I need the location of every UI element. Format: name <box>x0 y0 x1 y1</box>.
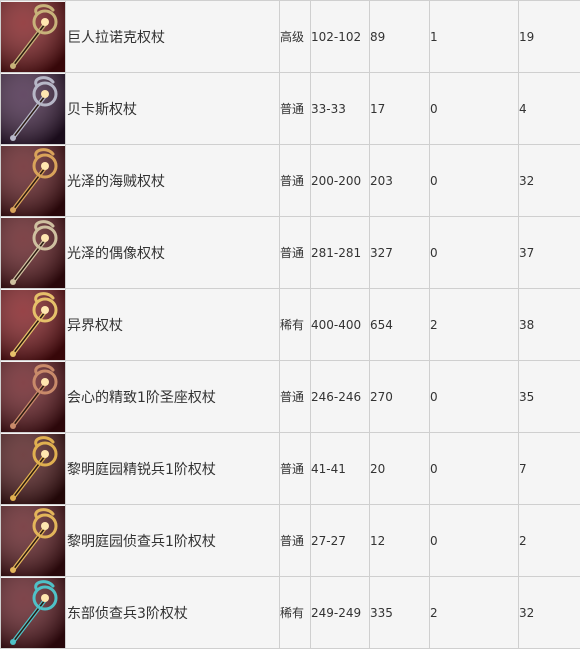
item-name[interactable]: 黎明庭园侦查兵1阶权杖 <box>65 504 280 577</box>
item-icon-cell <box>0 144 66 217</box>
item-quality: 普通 <box>279 504 311 577</box>
item-icon-cell <box>0 0 66 73</box>
item-stat-c: 38 <box>518 288 580 361</box>
staff-icon <box>1 361 65 432</box>
table-row: 黎明庭园侦查兵1阶权杖 普通 27-27 12 0 2 <box>0 504 580 577</box>
table-row: 异界权杖 稀有 400-400 654 2 38 <box>0 288 580 361</box>
item-icon-cell <box>0 504 66 577</box>
staff-icon <box>1 577 65 648</box>
item-icon-cell <box>0 288 66 361</box>
item-stat-a: 654 <box>369 288 430 361</box>
item-quality: 稀有 <box>279 288 311 361</box>
item-damage: 33-33 <box>310 72 370 145</box>
staff-icon <box>1 145 65 216</box>
table-row: 光泽的偶像权杖 普通 281-281 327 0 37 <box>0 216 580 289</box>
item-stat-a: 20 <box>369 432 430 505</box>
item-stat-c: 4 <box>518 72 580 145</box>
item-stat-b: 0 <box>429 144 519 217</box>
item-quality: 高级 <box>279 0 311 73</box>
item-stat-b: 2 <box>429 288 519 361</box>
table-row: 东部侦查兵3阶权杖 稀有 249-249 335 2 32 <box>0 576 580 649</box>
item-stat-a: 89 <box>369 0 430 73</box>
item-stat-c: 35 <box>518 360 580 433</box>
table-row: 会心的精致1阶圣座权杖 普通 246-246 270 0 35 <box>0 360 580 433</box>
item-stat-b: 2 <box>429 576 519 649</box>
staff-icon <box>1 217 65 288</box>
item-damage: 400-400 <box>310 288 370 361</box>
item-damage: 41-41 <box>310 432 370 505</box>
item-quality: 普通 <box>279 360 311 433</box>
item-stat-c: 19 <box>518 0 580 73</box>
item-icon-cell <box>0 360 66 433</box>
item-stat-a: 12 <box>369 504 430 577</box>
item-stat-b: 0 <box>429 360 519 433</box>
staff-icon <box>1 505 65 576</box>
table-row: 光泽的海贼权杖 普通 200-200 203 0 32 <box>0 144 580 217</box>
item-stat-c: 2 <box>518 504 580 577</box>
staff-icon <box>1 433 65 504</box>
item-stat-b: 0 <box>429 216 519 289</box>
item-icon-cell <box>0 576 66 649</box>
staff-icon <box>1 289 65 360</box>
item-damage: 281-281 <box>310 216 370 289</box>
item-stat-b: 0 <box>429 432 519 505</box>
item-name[interactable]: 会心的精致1阶圣座权杖 <box>65 360 280 433</box>
item-damage: 102-102 <box>310 0 370 73</box>
item-stat-a: 17 <box>369 72 430 145</box>
item-damage: 249-249 <box>310 576 370 649</box>
item-table: 巨人拉诺克权杖 高级 102-102 89 1 19 贝卡斯权杖 普通 33-3… <box>0 0 580 649</box>
table-row: 黎明庭园精锐兵1阶权杖 普通 41-41 20 0 7 <box>0 432 580 505</box>
item-stat-c: 7 <box>518 432 580 505</box>
item-damage: 200-200 <box>310 144 370 217</box>
item-stat-a: 335 <box>369 576 430 649</box>
item-icon-cell <box>0 432 66 505</box>
item-quality: 普通 <box>279 216 311 289</box>
item-stat-b: 0 <box>429 72 519 145</box>
item-icon-cell <box>0 216 66 289</box>
item-name[interactable]: 贝卡斯权杖 <box>65 72 280 145</box>
item-name[interactable]: 光泽的海贼权杖 <box>65 144 280 217</box>
item-name[interactable]: 黎明庭园精锐兵1阶权杖 <box>65 432 280 505</box>
item-damage: 27-27 <box>310 504 370 577</box>
item-stat-c: 37 <box>518 216 580 289</box>
item-quality: 稀有 <box>279 576 311 649</box>
item-damage: 246-246 <box>310 360 370 433</box>
item-quality: 普通 <box>279 72 311 145</box>
item-icon-cell <box>0 72 66 145</box>
item-quality: 普通 <box>279 432 311 505</box>
table-row: 巨人拉诺克权杖 高级 102-102 89 1 19 <box>0 0 580 73</box>
item-quality: 普通 <box>279 144 311 217</box>
staff-icon <box>1 73 65 144</box>
item-name[interactable]: 异界权杖 <box>65 288 280 361</box>
item-name[interactable]: 光泽的偶像权杖 <box>65 216 280 289</box>
item-name[interactable]: 巨人拉诺克权杖 <box>65 0 280 73</box>
item-stat-b: 1 <box>429 0 519 73</box>
item-stat-c: 32 <box>518 144 580 217</box>
item-stat-a: 203 <box>369 144 430 217</box>
item-stat-c: 32 <box>518 576 580 649</box>
item-stat-a: 327 <box>369 216 430 289</box>
item-stat-a: 270 <box>369 360 430 433</box>
staff-icon <box>1 1 65 72</box>
item-name[interactable]: 东部侦查兵3阶权杖 <box>65 576 280 649</box>
table-row: 贝卡斯权杖 普通 33-33 17 0 4 <box>0 72 580 145</box>
item-stat-b: 0 <box>429 504 519 577</box>
